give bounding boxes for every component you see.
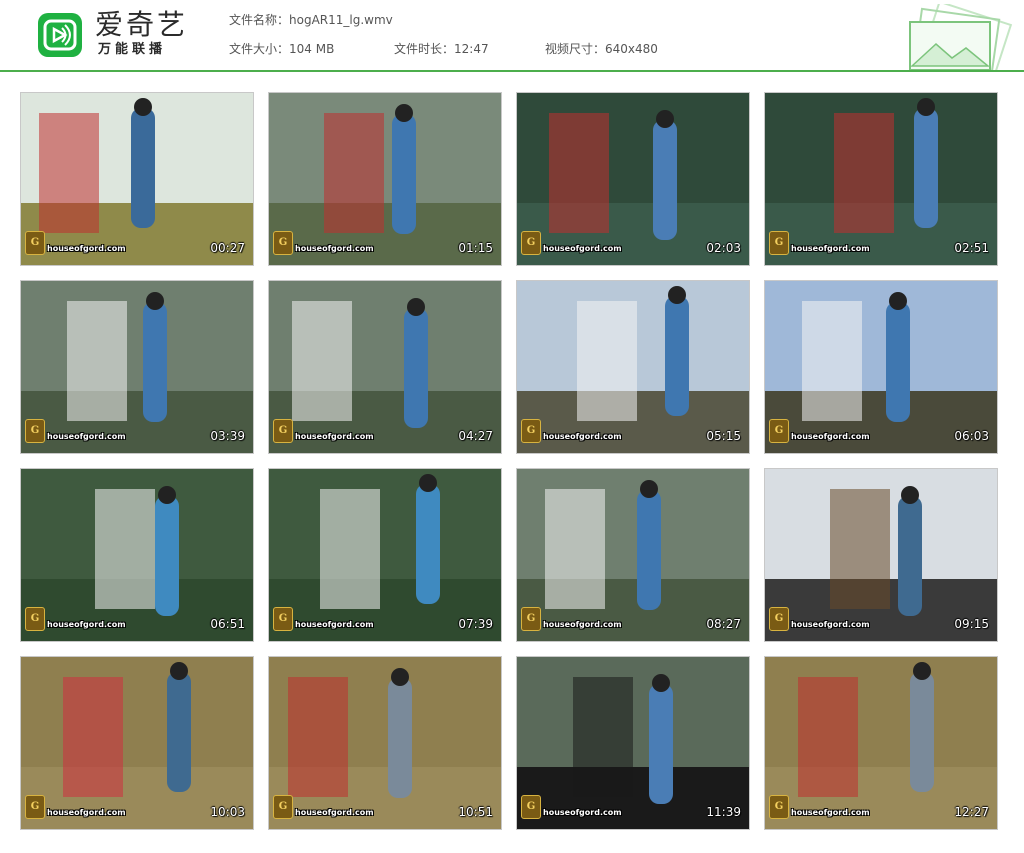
thumbnail-14[interactable]: Ghouseofgord.com 10:51 bbox=[268, 656, 502, 830]
video-dimensions-label: 视频尺寸： bbox=[545, 42, 606, 56]
watermark-text: houseofgord.com bbox=[543, 620, 622, 629]
thumbnail-image bbox=[21, 93, 253, 265]
thumbnail-13[interactable]: Ghouseofgord.com 10:03 bbox=[20, 656, 254, 830]
gord-logo-badge: G bbox=[25, 231, 45, 255]
thumbnail-timestamp: 10:03 bbox=[210, 805, 245, 819]
thumbnail-10[interactable]: Ghouseofgord.com 07:39 bbox=[268, 468, 502, 642]
thumbnail-timestamp: 12:27 bbox=[954, 805, 989, 819]
file-name: 文件名称：hogAR11_lg.wmv bbox=[229, 13, 393, 27]
thumbnail-grid: Ghouseofgord.com 00:27 Ghouseofgord.com 01:… bbox=[20, 92, 1004, 834]
thumbnail-image bbox=[21, 657, 253, 829]
file-duration-label: 文件时长： bbox=[394, 42, 455, 56]
thumbnail-timestamp: 04:27 bbox=[458, 429, 493, 443]
thumbnail-image bbox=[765, 93, 997, 265]
thumbnail-timestamp: 08:27 bbox=[706, 617, 741, 631]
gord-logo-badge: G bbox=[273, 607, 293, 631]
watermark-text: houseofgord.com bbox=[791, 808, 870, 817]
video-dimensions: 视频尺寸：640x480 bbox=[545, 42, 658, 56]
thumbnail-image bbox=[765, 657, 997, 829]
thumbnail-timestamp: 09:15 bbox=[954, 617, 989, 631]
thumbnail-1[interactable]: Ghouseofgord.com 00:27 bbox=[20, 92, 254, 266]
thumbnail-image bbox=[517, 657, 749, 829]
gord-logo-badge: G bbox=[273, 419, 293, 443]
file-size-label: 文件大小： bbox=[229, 42, 290, 56]
gord-logo-badge: G bbox=[521, 419, 541, 443]
thumbnail-timestamp: 05:15 bbox=[706, 429, 741, 443]
gord-logo-badge: G bbox=[273, 231, 293, 255]
watermark-text: houseofgord.com bbox=[47, 432, 126, 441]
thumbnail-timestamp: 01:15 bbox=[458, 241, 493, 255]
header-bar: 爱奇艺 万能联播 文件名称：hogAR11_lg.wmv 文件大小：104 MB… bbox=[0, 0, 1024, 72]
thumbnail-15[interactable]: Ghouseofgord.com 11:39 bbox=[516, 656, 750, 830]
iqiyi-logo-icon bbox=[38, 13, 82, 57]
header-divider bbox=[0, 70, 1024, 72]
thumbnail-timestamp: 10:51 bbox=[458, 805, 493, 819]
thumbnail-5[interactable]: Ghouseofgord.com 03:39 bbox=[20, 280, 254, 454]
gord-logo-badge: G bbox=[25, 795, 45, 819]
thumbnail-image bbox=[517, 469, 749, 641]
thumbnail-16[interactable]: Ghouseofgord.com 12:27 bbox=[764, 656, 998, 830]
thumbnail-image bbox=[765, 281, 997, 453]
watermark-text: houseofgord.com bbox=[47, 808, 126, 817]
thumbnail-9[interactable]: Ghouseofgord.com 06:51 bbox=[20, 468, 254, 642]
thumbnail-11[interactable]: Ghouseofgord.com 08:27 bbox=[516, 468, 750, 642]
thumbnail-timestamp: 02:51 bbox=[954, 241, 989, 255]
watermark-text: houseofgord.com bbox=[543, 432, 622, 441]
gord-logo-badge: G bbox=[521, 607, 541, 631]
gord-logo-badge: G bbox=[25, 607, 45, 631]
file-size: 文件大小：104 MB bbox=[229, 42, 334, 56]
watermark-text: houseofgord.com bbox=[543, 808, 622, 817]
watermark-text: houseofgord.com bbox=[47, 620, 126, 629]
video-dimensions-value: 640x480 bbox=[605, 42, 658, 56]
file-size-value: 104 MB bbox=[289, 42, 335, 56]
thumbnail-3[interactable]: Ghouseofgord.com 02:03 bbox=[516, 92, 750, 266]
watermark-text: houseofgord.com bbox=[791, 244, 870, 253]
file-name-label: 文件名称： bbox=[229, 13, 290, 27]
thumbnail-6[interactable]: Ghouseofgord.com 04:27 bbox=[268, 280, 502, 454]
thumbnail-timestamp: 03:39 bbox=[210, 429, 245, 443]
thumbnail-timestamp: 06:51 bbox=[210, 617, 245, 631]
gord-logo-badge: G bbox=[769, 419, 789, 443]
thumbnail-image bbox=[517, 281, 749, 453]
thumbnail-image bbox=[21, 281, 253, 453]
thumbnail-8[interactable]: Ghouseofgord.com 06:03 bbox=[764, 280, 998, 454]
thumbnail-timestamp: 06:03 bbox=[954, 429, 989, 443]
thumbnail-image bbox=[269, 93, 501, 265]
file-duration: 文件时长：12:47 bbox=[394, 42, 489, 56]
thumbnail-timestamp: 02:03 bbox=[706, 241, 741, 255]
thumbnail-12[interactable]: Ghouseofgord.com 09:15 bbox=[764, 468, 998, 642]
logo-text: 爱奇艺 bbox=[95, 8, 189, 41]
thumbnail-timestamp: 00:27 bbox=[210, 241, 245, 255]
decorative-pictures-icon bbox=[909, 4, 1013, 70]
gord-logo-badge: G bbox=[769, 795, 789, 819]
watermark-text: houseofgord.com bbox=[543, 244, 622, 253]
gord-logo-badge: G bbox=[521, 231, 541, 255]
thumbnail-2[interactable]: Ghouseofgord.com 01:15 bbox=[268, 92, 502, 266]
thumbnail-timestamp: 07:39 bbox=[458, 617, 493, 631]
watermark-text: houseofgord.com bbox=[791, 620, 870, 629]
thumbnail-4[interactable]: Ghouseofgord.com 02:51 bbox=[764, 92, 998, 266]
thumbnail-image bbox=[21, 469, 253, 641]
watermark-text: houseofgord.com bbox=[47, 244, 126, 253]
thumbnail-timestamp: 11:39 bbox=[706, 805, 741, 819]
gord-logo-badge: G bbox=[273, 795, 293, 819]
file-name-value: hogAR11_lg.wmv bbox=[289, 13, 393, 27]
gord-logo-badge: G bbox=[521, 795, 541, 819]
thumbnail-image bbox=[269, 281, 501, 453]
watermark-text: houseofgord.com bbox=[295, 620, 374, 629]
watermark-text: houseofgord.com bbox=[295, 432, 374, 441]
thumbnail-image bbox=[269, 469, 501, 641]
thumbnail-image bbox=[269, 657, 501, 829]
gord-logo-badge: G bbox=[769, 607, 789, 631]
logo-subtitle: 万能联播 bbox=[98, 42, 167, 57]
watermark-text: houseofgord.com bbox=[295, 808, 374, 817]
gord-logo-badge: G bbox=[25, 419, 45, 443]
watermark-text: houseofgord.com bbox=[295, 244, 374, 253]
thumbnail-7[interactable]: Ghouseofgord.com 05:15 bbox=[516, 280, 750, 454]
watermark-text: houseofgord.com bbox=[791, 432, 870, 441]
thumbnail-image bbox=[765, 469, 997, 641]
gord-logo-badge: G bbox=[769, 231, 789, 255]
thumbnail-image bbox=[517, 93, 749, 265]
file-duration-value: 12:47 bbox=[454, 42, 489, 56]
